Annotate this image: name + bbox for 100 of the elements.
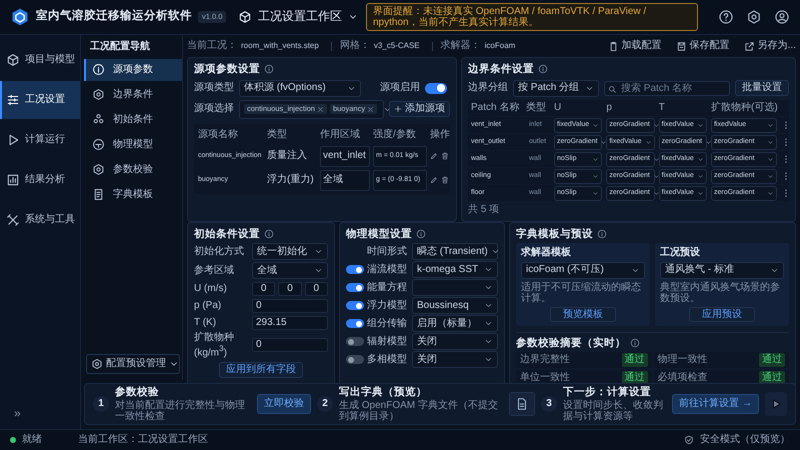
toolbar-button[interactable]: 保存配置 <box>676 40 730 52</box>
column-header: 类型 <box>526 102 547 114</box>
input-field[interactable]: 0 <box>252 338 328 352</box>
input-field[interactable]: 293.15 <box>252 316 328 330</box>
status-workspace: 当前工作区：工况设置工作区 <box>78 434 208 446</box>
column-header: U <box>554 102 562 114</box>
source-type-dropdown[interactable]: 体积源 (fvOptions) <box>239 80 361 97</box>
card-description: 典型室内通风换气场景的参数预设。 <box>660 282 781 304</box>
table-cell-text: 浮力(重力) <box>267 174 315 186</box>
search-field[interactable]: 搜索 Patch 名称 <box>604 80 730 96</box>
card-button[interactable]: 预览模板 <box>550 306 616 322</box>
dropdown[interactable]: 关闭 <box>412 333 498 350</box>
dropdown[interactable]: 瞬态 (Transient) <box>412 243 498 260</box>
input-field[interactable]: 0 <box>278 282 302 296</box>
field-label: 边界分组 <box>468 82 508 94</box>
group-dropdown[interactable]: 按 Patch 分组 <box>513 80 599 97</box>
row-count: 共 5 项 <box>468 204 500 216</box>
field-label: 源项选择 <box>194 103 234 115</box>
step-title: 下一步：计算设置 <box>563 386 652 398</box>
column-header: 源项名称 <box>198 129 239 141</box>
step-number: 1 <box>93 396 109 412</box>
check-label: 单位一致性 <box>520 372 570 384</box>
warning-notice: 界面提醒：未连接真实 OpenFOAM / foamToVTK / ParaView / npython，当前不产生真实计算结果。 <box>366 3 698 31</box>
card-description: 适用于不可压缩流动的瞬态计算。 <box>521 282 642 304</box>
field-label: 浮力模型 <box>367 300 408 312</box>
dropdown[interactable]: Boussinesq <box>412 297 498 314</box>
info-label: 求解器： <box>440 40 481 52</box>
preset-dropdown[interactable]: 配置预设管理 <box>86 354 180 374</box>
column-header: p <box>606 102 613 114</box>
dropdown[interactable]: 关闭 <box>412 351 498 368</box>
field-label: 辐射模型 <box>367 336 408 348</box>
panel-title: 边界条件设置 <box>468 63 534 76</box>
input-field[interactable]: 0 <box>252 282 276 296</box>
field-label: T (K) <box>194 317 218 328</box>
card-title: 求解器模板 <box>521 247 572 259</box>
nav-item[interactable]: 边界条件 <box>84 84 182 106</box>
field-label: p (Pa) <box>194 300 222 312</box>
info-value: icoFoam <box>484 41 516 51</box>
table-cell-text: 质量注入 <box>267 150 308 162</box>
sidebar-item[interactable]: 工况设置 <box>0 81 80 119</box>
sidebar-item[interactable]: 系统与工具 <box>0 201 80 239</box>
dropdown[interactable]: icoFoam (不可压) <box>521 262 645 279</box>
nav-item[interactable]: 物理模型 <box>84 134 182 156</box>
sidebar-item[interactable]: 结果分析 <box>0 161 80 199</box>
nav-title: 工况配置导航 <box>89 41 151 54</box>
field-label: 能量方程 <box>367 282 408 294</box>
step-description: 设置时间步长、收敛判据与计算资源等 <box>563 400 664 422</box>
workspace-switcher[interactable]: 工况设置工作区 <box>238 10 360 24</box>
field-label: 组分传输 <box>367 318 408 330</box>
nav-item[interactable]: 初始条件 <box>84 108 182 130</box>
panel-title: 源项参数设置 <box>194 63 260 76</box>
app-title: 室内气溶胶迁移输运分析软件 <box>36 10 192 24</box>
input-field[interactable]: 0 <box>304 282 328 296</box>
section-title: 参数校验摘要（实时） <box>516 337 626 350</box>
dropdown[interactable]: 全域 <box>252 262 328 280</box>
field-label: 扩散物种 (kg/m$^{3}$) <box>194 332 235 358</box>
check-label: 物理一致性 <box>658 354 708 366</box>
info-label: 网格： <box>340 40 370 52</box>
sidebar-item[interactable]: 项目与模型 <box>0 41 80 79</box>
batch-settings-button[interactable]: 批量设置 <box>735 80 789 96</box>
toolbar-button[interactable]: 加载配置 <box>608 40 662 52</box>
dropdown[interactable]: k-omega SST <box>412 261 498 278</box>
panel-title: 字典模板与预设 <box>516 228 593 240</box>
field-label: 参考区域 <box>194 265 235 276</box>
step-description: 生成 OpenFOAM 字典文件（不提交到算例目录） <box>339 400 499 422</box>
toolbar-button[interactable]: 另存为... <box>744 40 796 52</box>
panel-title: 初始条件设置 <box>194 228 260 240</box>
add-source-button[interactable]: 添加源项 <box>389 101 450 117</box>
dropdown[interactable]: 通风换气 - 标准 <box>660 262 784 279</box>
region-field[interactable]: vent_inlet <box>320 146 370 167</box>
check-label: 必填项检查 <box>658 372 708 384</box>
input-field[interactable]: 0 <box>252 298 328 313</box>
step-number: 3 <box>541 396 557 412</box>
card-button[interactable]: 应用预设 <box>689 306 755 322</box>
status-badge: 通过 <box>622 370 648 384</box>
expand-button[interactable]: » <box>14 407 21 421</box>
field-label: 源项类型 <box>194 82 234 94</box>
step-title: 参数校验 <box>115 386 160 398</box>
nav-item[interactable]: 字典模板 <box>84 184 182 206</box>
step-number: 2 <box>317 396 333 412</box>
region-field[interactable]: 全域 <box>320 170 370 191</box>
column-header: 扩散物种(可选) <box>710 102 777 114</box>
status-badge: 通过 <box>622 353 648 367</box>
field-label: 多相模型 <box>367 354 408 366</box>
dropdown[interactable]: 启用（标量） <box>412 315 498 332</box>
check-label: 边界完整性 <box>520 354 570 366</box>
sidebar-item[interactable]: 计算运行 <box>0 121 80 159</box>
info-value: room_with_vents.step <box>241 41 319 51</box>
apply-all-button[interactable]: 应用到所有字段 <box>219 362 303 378</box>
step-button[interactable]: 立即校验 <box>257 394 311 414</box>
field-label: 湍流模型 <box>367 264 408 276</box>
step-button[interactable]: 前往计算设置 → <box>672 394 759 414</box>
nav-item[interactable]: 源项参数 <box>84 58 182 80</box>
column-header: 作用区域 <box>320 129 361 141</box>
step-description: 对当前配置进行完整性与物理一致性检查 <box>115 400 246 422</box>
dropdown[interactable]: 统一初始化 <box>252 243 328 260</box>
nav-item[interactable]: 参数校验 <box>84 158 182 180</box>
column-header: Patch 名称 <box>470 102 520 114</box>
status-text: 就绪 <box>22 434 42 446</box>
field-label: 时间形式 <box>367 246 408 258</box>
